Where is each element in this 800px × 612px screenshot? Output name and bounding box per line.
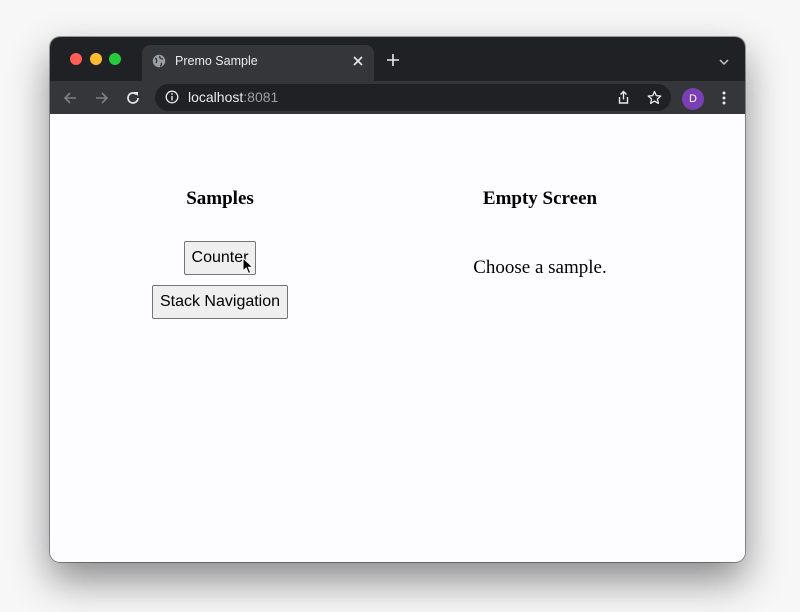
stack-navigation-button[interactable]: Stack Navigation [152,285,288,319]
forward-arrow-icon[interactable] [94,90,110,106]
url-port: :8081 [243,89,279,105]
browser-window: Premo Sample localhost:8081 D Samples Co… [50,37,745,562]
empty-screen-heading: Empty Screen [482,188,598,209]
mouse-cursor-icon [242,257,254,275]
profile-avatar[interactable]: D [682,88,704,110]
browser-toolbar: localhost:8081 D [50,81,745,114]
samples-heading: Samples [186,188,254,209]
chevron-down-icon[interactable] [718,56,730,68]
more-menu-icon[interactable] [718,90,730,106]
share-icon[interactable] [616,90,631,105]
address-bar[interactable]: localhost:8081 [155,84,671,111]
maximize-window-button[interactable] [109,53,121,65]
url-host: localhost [188,89,244,105]
minimize-window-button[interactable] [90,53,102,65]
globe-icon [152,54,166,68]
choose-sample-message: Choose a sample. [473,257,607,278]
info-icon[interactable] [165,90,179,104]
page-content: Samples Counter Stack Navigation Empty S… [50,114,745,562]
tab-title: Premo Sample [175,54,258,68]
close-window-button[interactable] [70,53,82,65]
bookmark-star-icon[interactable] [647,90,662,105]
browser-tab[interactable]: Premo Sample [142,45,374,81]
url-text: localhost:8081 [188,89,278,106]
close-tab-icon[interactable] [351,54,365,68]
title-bar: Premo Sample [50,37,745,81]
reload-icon[interactable] [125,90,141,106]
back-arrow-icon[interactable] [62,90,78,106]
new-tab-icon[interactable] [386,53,400,67]
